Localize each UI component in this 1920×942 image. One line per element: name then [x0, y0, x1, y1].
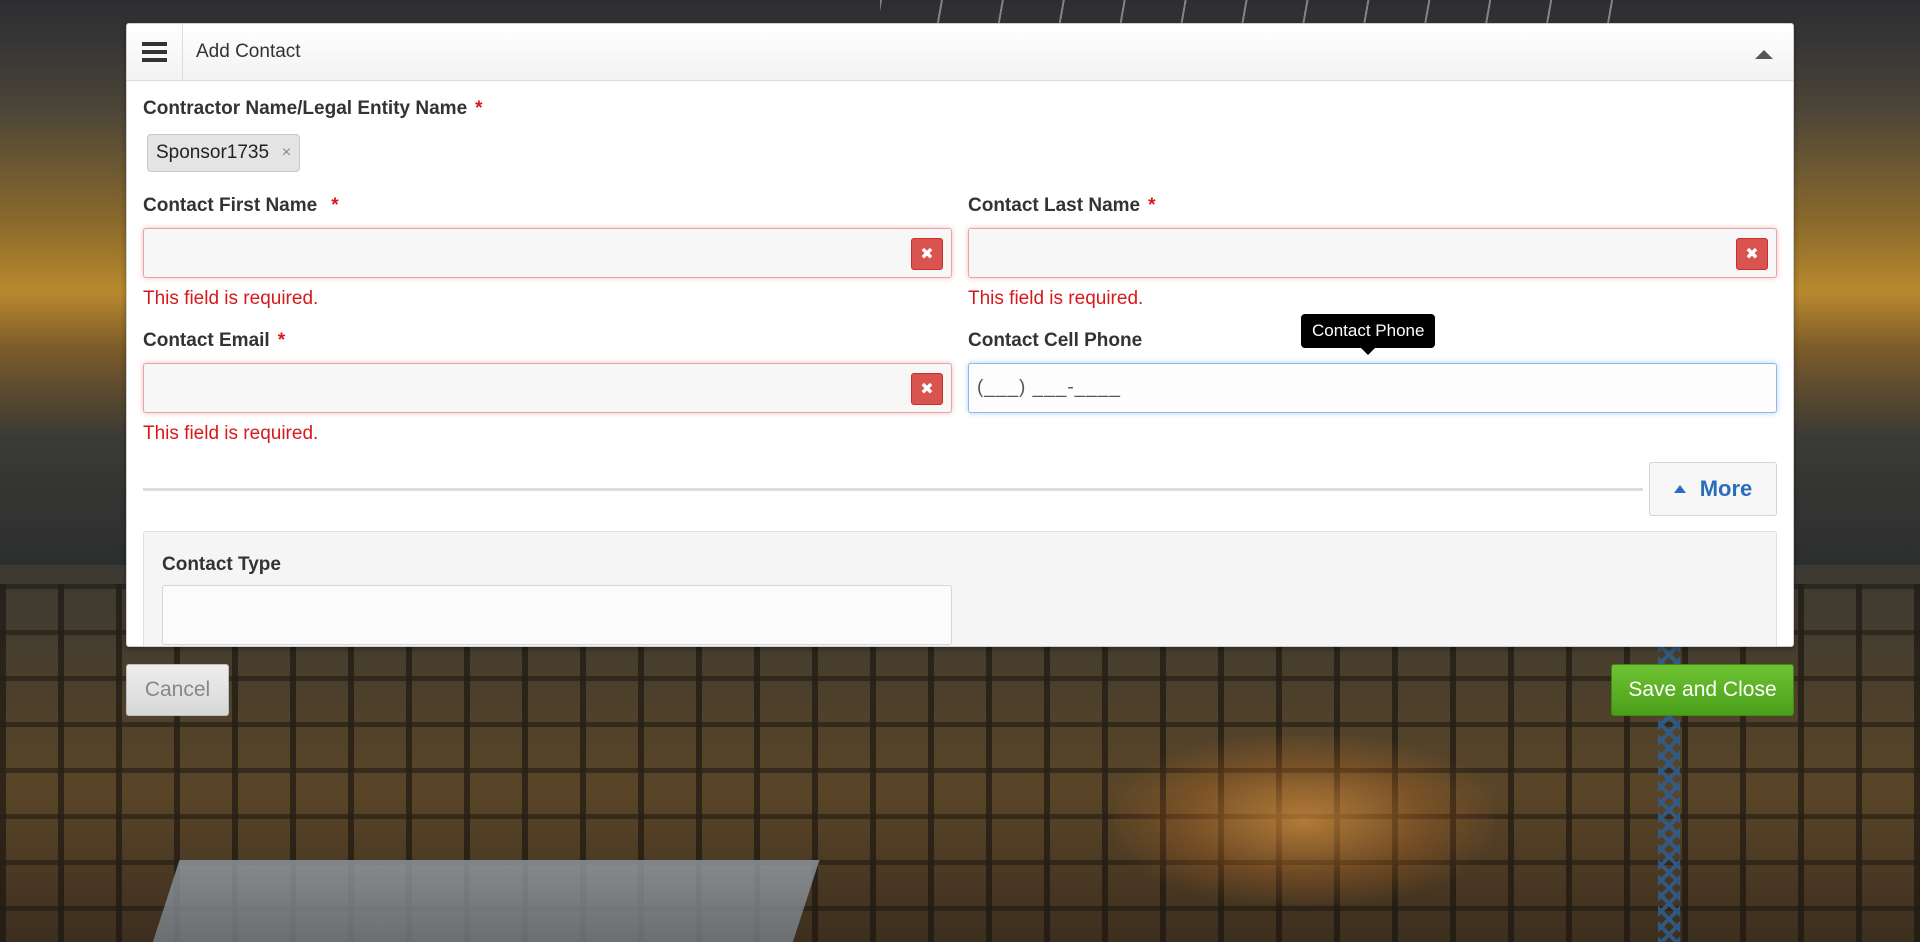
more-label: More: [1699, 476, 1753, 501]
first-name-input[interactable]: ✖: [143, 228, 952, 278]
selected-tag: Sponsor1735 ×: [147, 134, 301, 172]
email-input[interactable]: ✖: [143, 363, 952, 413]
cancel-button[interactable]: Cancel: [126, 664, 229, 716]
contractor-label-text: Contractor Name/Legal Entity Name: [143, 98, 468, 119]
more-panel: Contact Type: [143, 531, 1777, 646]
contractor-label: Contractor Name/Legal Entity Name *: [143, 98, 483, 120]
cell-phone-label: Contact Cell Phone: [968, 330, 1142, 352]
email-label: Contact Email *: [143, 330, 285, 352]
modal-title: Add Contact: [196, 41, 301, 62]
cell-phone-value: (___) ___-____: [977, 377, 1121, 398]
required-mark: *: [1148, 195, 1156, 216]
last-name-input[interactable]: ✖: [968, 228, 1777, 278]
section-divider: [143, 488, 1643, 491]
email-label-text: Contact Email: [143, 330, 270, 351]
cell-phone-input[interactable]: (___) ___-____: [968, 363, 1777, 413]
clear-icon[interactable]: ✖: [911, 373, 943, 405]
contact-type-select[interactable]: [162, 585, 952, 645]
add-contact-modal: Add Contact Contractor Name/Legal Entity…: [126, 23, 1794, 647]
email-error: This field is required.: [143, 423, 319, 444]
background-tarp: [140, 860, 820, 942]
background-light-glow: [1113, 734, 1494, 905]
contact-type-label: Contact Type: [162, 554, 281, 575]
required-mark: *: [277, 330, 286, 351]
caret-up-icon[interactable]: [1755, 50, 1773, 59]
first-name-label-text: Contact First Name: [143, 195, 318, 216]
first-name-label: Contact First Name *: [143, 195, 339, 217]
last-name-label: Contact Last Name *: [968, 195, 1156, 217]
contact-phone-tooltip: Contact Phone: [1301, 314, 1436, 355]
tag-remove-icon[interactable]: ×: [282, 135, 291, 171]
first-name-error: This field is required.: [143, 288, 319, 309]
modal-header: Add Contact: [127, 24, 1793, 81]
last-name-error: This field is required.: [968, 288, 1144, 309]
more-toggle-button[interactable]: More: [1649, 462, 1777, 516]
save-and-close-button[interactable]: Save and Close: [1611, 664, 1794, 716]
last-name-label-text: Contact Last Name: [968, 195, 1141, 216]
caret-up-icon: [1673, 485, 1686, 493]
clear-icon[interactable]: ✖: [1736, 238, 1768, 270]
contractor-select[interactable]: Sponsor1735 ×: [143, 130, 951, 178]
required-mark: *: [475, 98, 483, 119]
hamburger-icon[interactable]: [127, 24, 183, 80]
clear-icon[interactable]: ✖: [911, 238, 943, 270]
cell-phone-label-text: Contact Cell Phone: [968, 330, 1143, 351]
required-mark: *: [331, 195, 339, 216]
background-crane-beams: [880, 0, 1640, 24]
selected-tag-label: Sponsor1735: [156, 142, 270, 163]
